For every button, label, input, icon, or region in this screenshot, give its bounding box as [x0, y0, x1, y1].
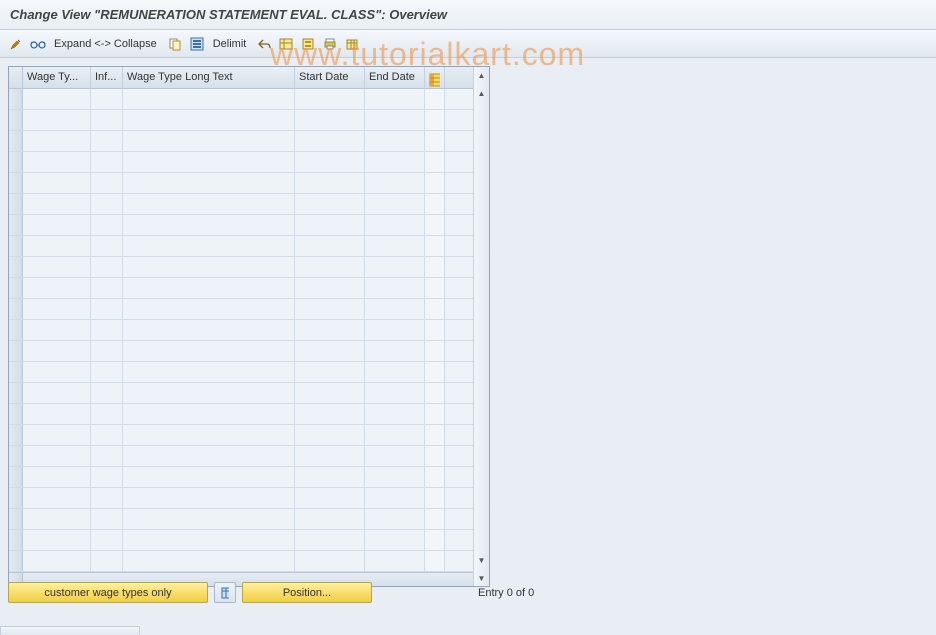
- entry-count-label: Entry 0 of 0: [478, 587, 534, 599]
- table-row[interactable]: [9, 194, 473, 215]
- bottom-bar: customer wage types only Position... Ent…: [8, 582, 534, 603]
- table-row[interactable]: [9, 404, 473, 425]
- table-row[interactable]: [9, 530, 473, 551]
- table-row[interactable]: [9, 278, 473, 299]
- title-bar: Change View "REMUNERATION STATEMENT EVAL…: [0, 0, 936, 30]
- table-row[interactable]: [9, 341, 473, 362]
- export-icon[interactable]: [342, 34, 362, 54]
- position-label: Position...: [283, 587, 331, 599]
- position-button[interactable]: Position...: [242, 582, 372, 603]
- table-row[interactable]: [9, 446, 473, 467]
- pencil-toggle-icon[interactable]: [6, 34, 26, 54]
- table-row[interactable]: [9, 131, 473, 152]
- table-row[interactable]: [9, 488, 473, 509]
- delimit-label[interactable]: Delimit: [209, 38, 253, 50]
- scroll-up2-icon[interactable]: ▲: [476, 87, 488, 99]
- grid-header: Wage Ty... Inf... Wage Type Long Text St…: [9, 67, 473, 89]
- table-row[interactable]: [9, 320, 473, 341]
- toolbar: Expand <-> Collapse Delimit: [0, 30, 936, 58]
- table-row[interactable]: [9, 299, 473, 320]
- configure-columns-icon[interactable]: [425, 67, 445, 88]
- table-row[interactable]: [9, 257, 473, 278]
- table-row[interactable]: [9, 89, 473, 110]
- col-header-long-text[interactable]: Wage Type Long Text: [123, 67, 295, 88]
- data-grid: Wage Ty... Inf... Wage Type Long Text St…: [8, 66, 490, 587]
- expand-collapse-label[interactable]: Expand <-> Collapse: [50, 38, 163, 50]
- table-row[interactable]: [9, 509, 473, 530]
- col-header-start-date[interactable]: Start Date: [295, 67, 365, 88]
- table-row[interactable]: [9, 215, 473, 236]
- col-header-inf[interactable]: Inf...: [91, 67, 123, 88]
- table-row[interactable]: [9, 110, 473, 131]
- position-search-icon-button[interactable]: [214, 582, 236, 603]
- grid-vscroll[interactable]: ▲ ▲ ▼ ▼: [473, 67, 489, 586]
- table-row[interactable]: [9, 383, 473, 404]
- copy-icon[interactable]: [165, 34, 185, 54]
- glasses-detail-icon[interactable]: [28, 34, 48, 54]
- select-all-icon[interactable]: [187, 34, 207, 54]
- customer-wage-types-button[interactable]: customer wage types only: [8, 582, 208, 603]
- scroll-down2-icon[interactable]: ▼: [476, 554, 488, 566]
- table-row[interactable]: [9, 173, 473, 194]
- customer-wage-types-label: customer wage types only: [44, 587, 171, 599]
- row-selector-header[interactable]: [9, 67, 23, 88]
- table-row[interactable]: [9, 425, 473, 446]
- page-title: Change View "REMUNERATION STATEMENT EVAL…: [10, 7, 447, 22]
- print-icon[interactable]: [320, 34, 340, 54]
- app-window: Change View "REMUNERATION STATEMENT EVAL…: [0, 0, 936, 635]
- content-area: Wage Ty... Inf... Wage Type Long Text St…: [0, 58, 936, 595]
- table-row[interactable]: [9, 362, 473, 383]
- variant-icon[interactable]: [298, 34, 318, 54]
- scroll-up-icon[interactable]: ▲: [476, 69, 488, 81]
- grid-body: [9, 89, 473, 572]
- table-row[interactable]: [9, 467, 473, 488]
- table-row[interactable]: [9, 152, 473, 173]
- col-header-wage-type[interactable]: Wage Ty...: [23, 67, 91, 88]
- undo-icon[interactable]: [254, 34, 274, 54]
- table-settings-icon[interactable]: [276, 34, 296, 54]
- status-strip: [0, 626, 140, 635]
- table-row[interactable]: [9, 551, 473, 572]
- table-row[interactable]: [9, 236, 473, 257]
- col-header-end-date[interactable]: End Date: [365, 67, 425, 88]
